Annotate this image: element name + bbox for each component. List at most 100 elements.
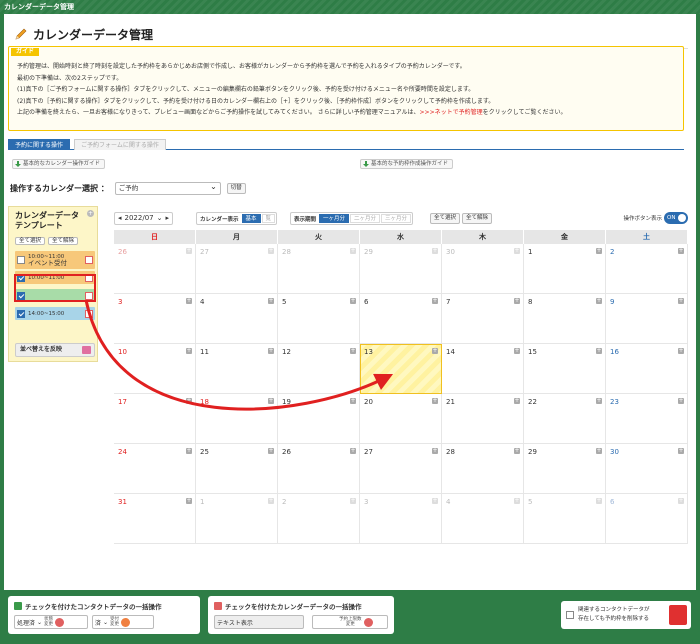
calendar-day[interactable]: 7 + [442,294,524,344]
pin-icon[interactable] [121,617,131,627]
calendar-day[interactable]: 26 + [278,444,360,494]
add-slot-icon[interactable]: + [514,248,520,254]
add-slot-icon[interactable]: + [514,448,520,454]
edit-icon[interactable] [85,309,93,318]
reorder-apply-button[interactable]: 並べ替えを反映 [15,343,95,357]
add-slot-icon[interactable]: + [678,448,684,454]
calendar-day[interactable]: 25 + [196,444,278,494]
manual-link[interactable]: >>>ネットで予約管理 [420,109,483,116]
tab-reservation-ops[interactable]: 予約に関する操作 [8,139,71,150]
calendar-day[interactable]: 18 + [196,394,278,444]
calendar-day[interactable]: 30 + [442,244,524,294]
calendar-day[interactable]: 2 + [606,244,688,294]
add-slot-icon[interactable]: + [514,298,520,304]
calendar-deselect-all-button[interactable]: 全て解除 [462,213,493,224]
add-slot-icon[interactable]: + [514,398,520,404]
calendar-day[interactable]: 16 + [606,344,688,394]
add-slot-icon[interactable]: + [432,298,438,304]
calendar-day[interactable]: 15 + [524,344,606,394]
add-slot-icon[interactable]: + [268,298,274,304]
reception-select[interactable]: 済 [95,618,101,627]
tab-form-ops[interactable]: ご予約フォームに関する操作 [74,139,166,150]
calendar-select[interactable]: ご予約 [114,181,221,195]
calendar-day[interactable]: 26 + [114,244,196,294]
calendar-day[interactable]: 29 + [360,244,442,294]
add-template-icon[interactable]: + [87,210,94,217]
calendar-day[interactable]: 8 + [524,294,606,344]
add-slot-icon[interactable]: + [186,248,192,254]
add-slot-icon[interactable]: + [268,398,274,404]
add-slot-icon[interactable]: + [186,298,192,304]
add-slot-icon[interactable]: + [678,298,684,304]
calendar-day[interactable]: 4 + [442,494,524,544]
calendar-day[interactable]: 4 + [196,294,278,344]
calendar-day[interactable]: 27 + [196,244,278,294]
calendar-day[interactable]: 14 + [442,344,524,394]
add-slot-icon[interactable]: + [350,298,356,304]
calendar-day[interactable]: 6 + [360,294,442,344]
calendar-day[interactable]: 23 + [606,394,688,444]
add-slot-icon[interactable]: + [596,298,602,304]
add-slot-icon[interactable]: + [432,398,438,404]
calendar-day[interactable]: 28 + [442,444,524,494]
calendar-day[interactable]: 24 + [114,444,196,494]
add-slot-icon[interactable]: + [514,498,520,504]
calendar-day[interactable]: 2 + [278,494,360,544]
period-2m-option[interactable]: 二ヶ月分 [350,214,381,223]
template-select-all-button[interactable]: 全て選択 [15,237,46,245]
add-slot-icon[interactable]: + [268,448,274,454]
add-slot-icon[interactable]: + [432,498,438,504]
calendar-day[interactable]: 20 + [360,394,442,444]
limit-change-control[interactable]: 予約上限数 変更 [312,615,388,629]
add-slot-icon[interactable]: + [350,448,356,454]
op-button-toggle[interactable]: ON [664,212,688,224]
add-slot-icon[interactable]: + [350,498,356,504]
switch-button[interactable]: 切替 [226,182,246,194]
prev-month-icon[interactable]: ◂ [118,213,122,224]
add-slot-icon[interactable]: + [514,348,520,354]
calendar-day[interactable]: 28 + [278,244,360,294]
template-item[interactable]: 14:00~15:00 [15,307,95,320]
calendar-day[interactable]: 27 + [360,444,442,494]
calendar-day[interactable]: 12 + [278,344,360,394]
template-item[interactable]: 10:00~11:00 イベント受付 [15,251,95,269]
refresh-icon[interactable] [55,617,65,627]
add-slot-icon[interactable]: + [268,348,274,354]
template-item-checkbox[interactable] [17,309,25,318]
calendar-day[interactable]: 11 + [196,344,278,394]
add-slot-icon[interactable]: + [350,348,356,354]
add-slot-icon[interactable]: + [678,398,684,404]
calendar-day[interactable]: 5 + [524,494,606,544]
add-slot-icon[interactable]: + [432,248,438,254]
calendar-day[interactable]: 3 + [114,294,196,344]
calendar-guide-button[interactable]: 基本的なカレンダー操作ガイド [12,159,106,169]
calendar-day[interactable]: 31 + [114,494,196,544]
add-slot-icon[interactable]: + [678,498,684,504]
add-slot-icon[interactable]: + [678,248,684,254]
display-basic-option[interactable]: 基本 [241,214,261,223]
add-slot-icon[interactable]: + [186,498,192,504]
slot-guide-button[interactable]: 基本的な予約枠作成操作ガイド [360,159,454,169]
template-deselect-all-button[interactable]: 全て解除 [48,237,79,245]
add-slot-icon[interactable]: + [432,448,438,454]
add-slot-icon[interactable]: + [186,398,192,404]
period-1m-option[interactable]: 一ヶ月分 [319,214,350,223]
calendar-day[interactable]: 9 + [606,294,688,344]
add-slot-icon[interactable]: + [350,248,356,254]
trash-icon[interactable] [669,605,687,625]
calendar-day[interactable]: 10 + [114,344,196,394]
month-picker[interactable]: ◂ 2022/07 ⌄ ▸ [114,212,173,225]
calendar-day[interactable]: 30 + [606,444,688,494]
status-select[interactable]: 処理済 [17,618,35,627]
add-slot-icon[interactable]: + [268,248,274,254]
template-item-checkbox[interactable] [17,256,25,264]
calendar-day[interactable]: 17 + [114,394,196,444]
refresh-icon[interactable] [363,617,373,627]
next-month-icon[interactable]: ▸ [165,213,169,224]
calendar-day[interactable]: 6 + [606,494,688,544]
calendar-day-today[interactable]: 13 + [360,344,442,394]
reception-change-control[interactable]: 済 ⌄ 受付 変更 [92,615,154,629]
add-slot-icon[interactable]: + [596,248,602,254]
add-slot-icon[interactable]: + [186,448,192,454]
add-slot-icon[interactable]: + [186,348,192,354]
